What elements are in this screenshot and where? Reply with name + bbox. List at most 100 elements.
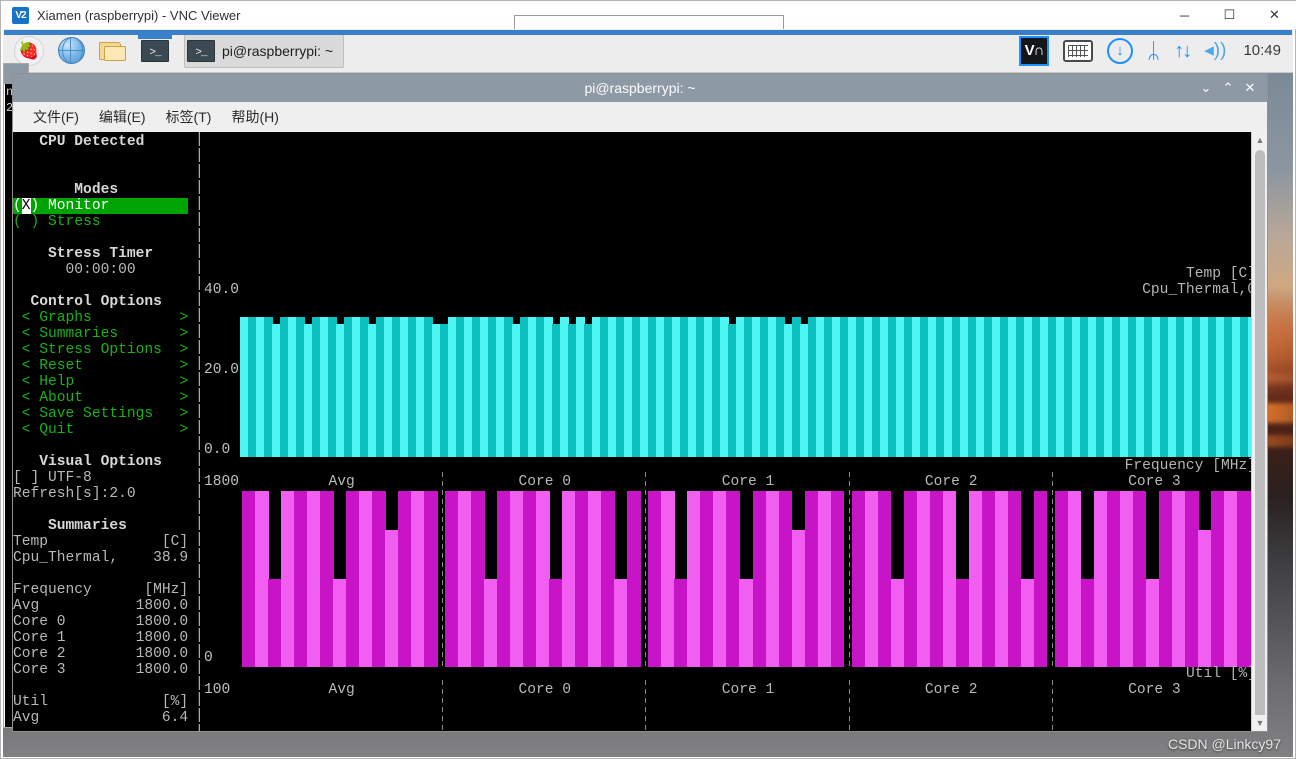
control-option-save-settings[interactable]: < Save Settings >	[13, 406, 188, 422]
scrollbar-thumb[interactable]	[1255, 150, 1265, 720]
summary-row: Avg 1800.0	[13, 598, 189, 614]
frequency-bar	[804, 491, 819, 667]
frequency-bar	[1054, 491, 1069, 667]
vnc-server-icon: V∩	[1019, 35, 1050, 66]
summary-row: Core 3 1800.0	[13, 662, 189, 678]
frequency-panel-divider	[848, 472, 850, 668]
control-option-help[interactable]: < Help >	[13, 374, 188, 390]
terminal-icon: >_	[141, 39, 169, 62]
frequency-graph-plot	[240, 491, 1256, 667]
volume-tray-item[interactable]: ◂))	[1204, 41, 1226, 60]
terminal-scrollbar[interactable]: ▲ ▼	[1251, 132, 1267, 731]
close-icon[interactable]: ✕	[1252, 1, 1296, 29]
scrollbar-down-arrow[interactable]: ▼	[1252, 715, 1267, 731]
summary-row: Cpu_Thermal, 38.9	[13, 550, 189, 566]
frequency-bar	[765, 491, 780, 667]
network-tray-item[interactable]: ↑↓	[1174, 41, 1192, 61]
temp-ytick-label: 40.0	[204, 282, 240, 298]
frequency-panel-label: Core 2	[924, 474, 978, 490]
menu-help[interactable]: 帮助(H)	[221, 104, 288, 130]
background-window-outline	[514, 15, 784, 29]
frequency-bar	[281, 491, 295, 667]
frequency-bar	[687, 491, 702, 667]
frequency-bar	[739, 579, 754, 667]
frequency-bar	[791, 530, 806, 667]
control-option-stress-options[interactable]: < Stress Options >	[13, 342, 188, 358]
frequency-bar	[333, 579, 347, 667]
frequency-bar	[817, 491, 832, 667]
frequency-bar	[1080, 579, 1095, 667]
frequency-bar	[484, 579, 498, 667]
terminal-minimize-icon[interactable]: ⌄	[1195, 74, 1217, 102]
vnc-window-title: Xiamen (raspberrypi) - VNC Viewer	[37, 7, 241, 23]
menu-edit[interactable]: 编辑(E)	[89, 104, 156, 130]
frequency-bar	[458, 491, 472, 667]
minimize-icon[interactable]: ─	[1162, 1, 1207, 29]
folder-icon	[99, 40, 127, 62]
frequency-bar	[445, 491, 459, 667]
updates-tray-item[interactable]: ↓	[1107, 37, 1134, 64]
frequency-bar	[1007, 491, 1022, 667]
web-browser-icon[interactable]	[53, 33, 89, 69]
frequency-bar	[778, 491, 793, 667]
vnc-server-tray-item[interactable]: V∩	[1019, 35, 1050, 66]
frequency-bar	[1067, 491, 1082, 667]
summary-row: Core 0 1800.0	[13, 614, 189, 630]
mode-option-stress[interactable]: ( ) Stress	[13, 214, 188, 230]
volume-icon: ◂))	[1204, 40, 1227, 61]
keyboard-tray-item[interactable]	[1063, 39, 1094, 62]
frequency-bar	[1210, 491, 1225, 667]
taskbar-window-button-terminal[interactable]: >_ pi@raspberrypi: ~	[184, 33, 345, 68]
frequency-panel-label: Core 3	[1128, 474, 1181, 490]
frequency-bar	[614, 579, 628, 667]
terminal-maximize-icon[interactable]: ⌃	[1217, 74, 1239, 102]
frequency-bar	[601, 491, 615, 667]
frequency-bar	[346, 491, 360, 667]
control-options-header: Control Options	[13, 294, 162, 310]
summary-row: Temp [C]	[13, 534, 189, 550]
refresh-rate-field[interactable]: Refresh[s]:2.0	[13, 486, 136, 502]
util-graph-plot	[240, 698, 1256, 731]
util-panel-divider	[442, 680, 444, 731]
bluetooth-tray-item[interactable]: ᛦ	[1147, 39, 1160, 62]
frequency-bar	[1119, 491, 1134, 667]
file-manager-icon[interactable]	[95, 33, 131, 69]
lxterminal-window: pi@raspberrypi: ~ ⌄ ⌃ ✕ 文件(F) 编辑(E) 标签(T…	[12, 73, 1268, 732]
s-tui-application: CPU Detected Modes (X) Monitor ( ) Stress…	[13, 132, 1256, 731]
control-option-quit[interactable]: < Quit >	[13, 422, 188, 438]
frequency-bar	[1236, 491, 1251, 667]
taskbar-window-label: pi@raspberrypi: ~	[222, 42, 334, 59]
terminal-titlebar: pi@raspberrypi: ~ ⌄ ⌃ ✕	[13, 74, 1267, 102]
util-panel-label: Avg	[328, 682, 355, 698]
control-option-reset[interactable]: < Reset >	[13, 358, 188, 374]
frequency-bar	[497, 491, 511, 667]
temp-graph-plot	[240, 299, 1256, 457]
menu-tabs[interactable]: 标签(T)	[156, 104, 222, 130]
frequency-bar	[1223, 491, 1238, 667]
maximize-icon[interactable]: ☐	[1207, 1, 1252, 29]
control-option-about[interactable]: < About >	[13, 390, 188, 406]
modes-header: Modes	[13, 182, 119, 198]
temp-graph-sensor-label: Cpu_Thermal,0	[1142, 282, 1256, 298]
mode-option-monitor[interactable]: (X) Monitor	[13, 198, 189, 214]
terminal-close-icon[interactable]: ✕	[1239, 74, 1261, 102]
watermark: CSDN @Linkcy97	[1167, 736, 1281, 752]
scrollbar-up-arrow[interactable]: ▲	[1252, 132, 1267, 148]
system-tray: V∩ ↓ ᛦ ↑↓ ◂)) 10:49	[1012, 29, 1293, 73]
summary-row: Avg 6.4	[13, 710, 189, 726]
utf8-checkbox[interactable]: [ ] UTF-8	[13, 470, 92, 486]
taskbar-clock[interactable]: 10:49	[1243, 42, 1281, 59]
frequency-bar	[1106, 491, 1121, 667]
menu-file[interactable]: 文件(F)	[23, 104, 89, 130]
control-option-graphs[interactable]: < Graphs >	[13, 310, 188, 326]
terminal-launcher-icon[interactable]: >_	[137, 33, 173, 69]
terminal-window-controls: ⌄ ⌃ ✕	[1195, 74, 1261, 102]
frequency-bar	[1184, 491, 1199, 667]
raspberry-logo: 🍓	[14, 35, 44, 66]
frequency-bar	[562, 491, 576, 667]
control-option-summaries[interactable]: < Summaries >	[13, 326, 188, 342]
frequency-bar	[411, 491, 425, 667]
frequency-bar	[968, 491, 983, 667]
vnc-viewer-window: V2 Xiamen (raspberrypi) - VNC Viewer ─ ☐…	[0, 0, 1296, 759]
frequency-bar	[372, 491, 386, 667]
